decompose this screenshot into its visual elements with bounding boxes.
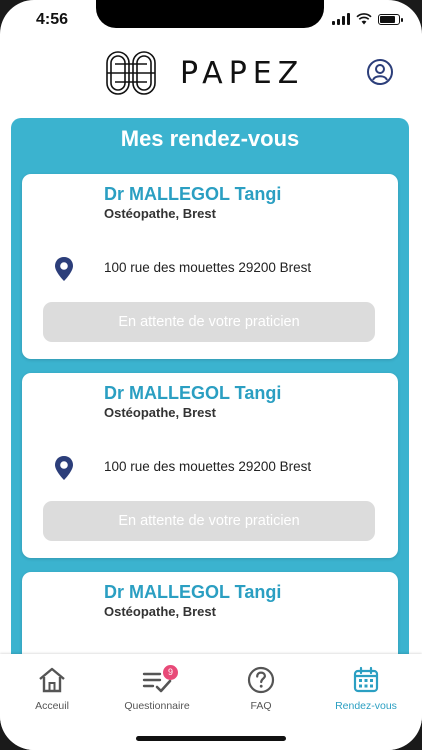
user-circle-icon[interactable]	[366, 58, 394, 86]
tab-label: Questionnaire	[124, 700, 190, 712]
tab-questionnaire[interactable]: 9 Questionnaire	[107, 665, 207, 712]
signal-icon	[332, 13, 350, 25]
page-title: Mes rendez-vous	[120, 126, 300, 151]
appointment-card[interactable]: Dr MALLEGOL Tangi Ostéopathe, Brest 100 …	[22, 174, 398, 359]
tab-label: FAQ	[250, 700, 272, 712]
appointments-panel: Mes rendez-vous Dr MALLEGOL Tangi Ostéop…	[11, 118, 409, 678]
doctor-specialty: Ostéopathe, Brest	[104, 604, 216, 619]
pending-status-button[interactable]: En attente de votre praticien	[43, 501, 375, 541]
app-screen: 4:56 PAPEZ Mes rendez-vous Dr MALLEGOL T…	[0, 0, 422, 750]
pending-status-button[interactable]: En attente de votre praticien	[43, 302, 375, 342]
appointment-card[interactable]: Dr MALLEGOL Tangi Ostéopathe, Brest 100 …	[22, 373, 398, 558]
appointment-address: 100 rue des mouettes 29200 Brest	[104, 459, 312, 474]
doctor-specialty: Ostéopathe, Brest	[104, 405, 216, 420]
doctor-name: Dr MALLEGOL Tangi	[104, 383, 282, 403]
papez-logo-icon	[106, 51, 156, 95]
notification-badge: 9	[163, 665, 178, 680]
tab-faq[interactable]: FAQ	[211, 666, 311, 712]
location-pin-icon	[55, 257, 73, 281]
wifi-icon	[356, 13, 372, 25]
doctor-name: Dr MALLEGOL Tangi	[104, 582, 282, 602]
tab-label: Acceuil	[35, 700, 69, 712]
home-icon	[39, 667, 65, 693]
appointment-address: 100 rue des mouettes 29200 Brest	[104, 260, 312, 275]
app-header: PAPEZ	[0, 44, 422, 104]
brand-name: PAPEZ	[180, 56, 305, 91]
doctor-specialty: Ostéopathe, Brest	[104, 206, 216, 221]
tab-home[interactable]: Acceuil	[2, 666, 102, 712]
battery-icon	[378, 13, 403, 25]
location-pin-icon	[55, 456, 73, 480]
status-time: 4:56	[36, 11, 69, 28]
tab-appointments[interactable]: Rendez-vous	[316, 666, 416, 712]
tab-label: Rendez-vous	[335, 700, 397, 712]
device-notch	[96, 0, 324, 28]
doctor-name: Dr MALLEGOL Tangi	[104, 184, 282, 204]
status-icons	[332, 13, 403, 25]
help-circle-icon	[247, 666, 275, 694]
home-indicator	[136, 736, 286, 741]
calendar-icon	[353, 666, 379, 693]
